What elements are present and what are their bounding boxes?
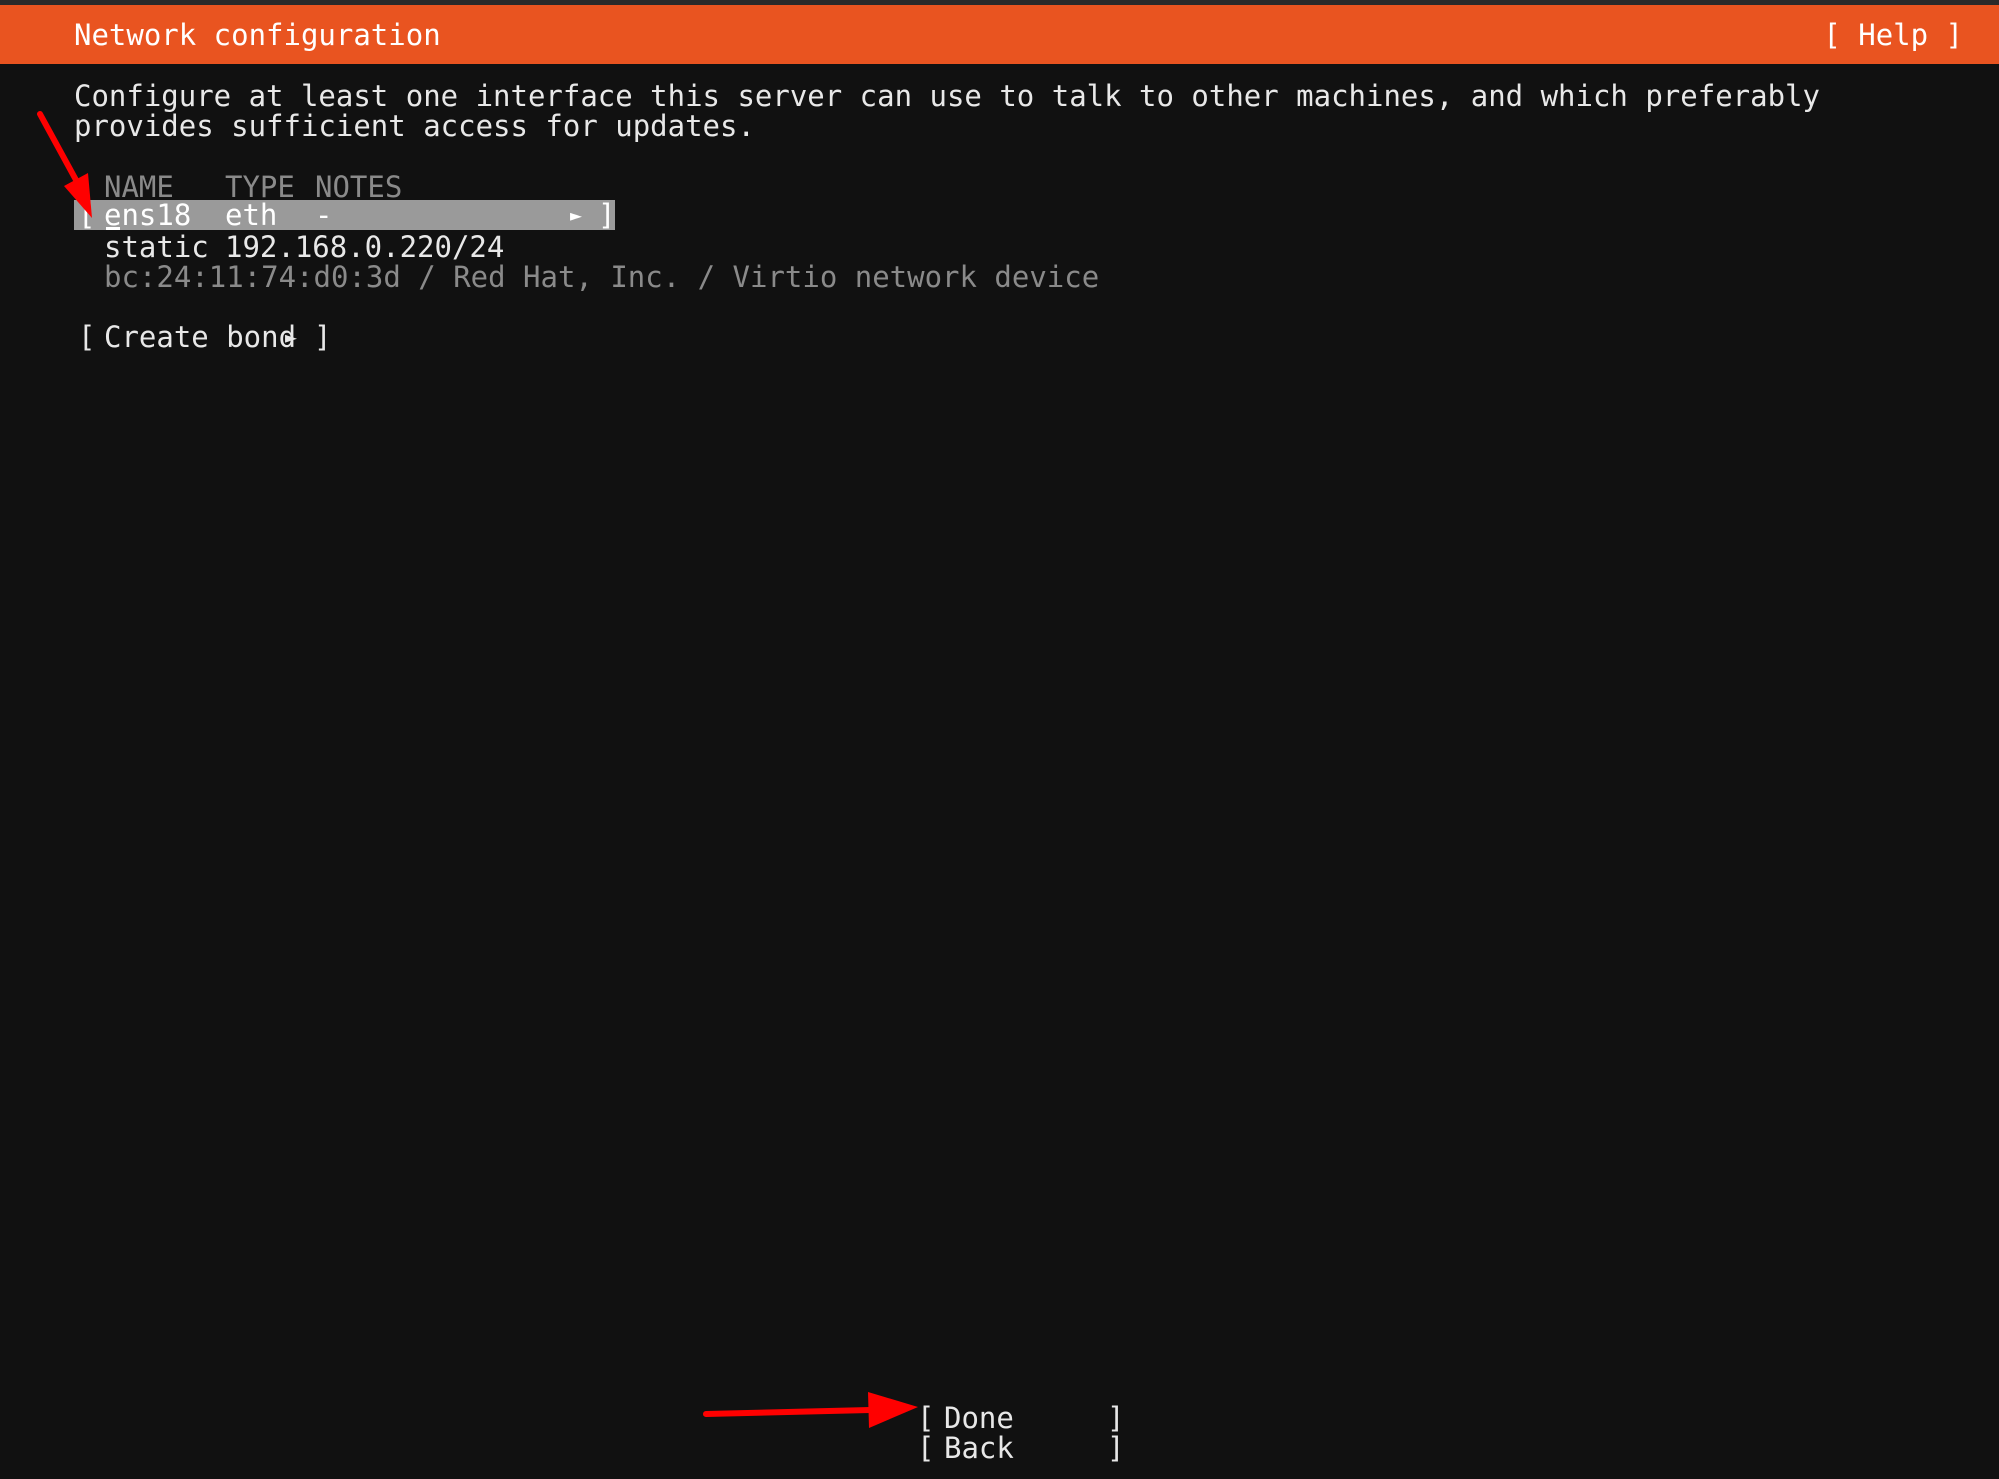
red-arrow-icon bbox=[703, 1392, 918, 1428]
annotation-overlay bbox=[37, 111, 918, 1428]
red-arrow-icon bbox=[37, 111, 92, 218]
